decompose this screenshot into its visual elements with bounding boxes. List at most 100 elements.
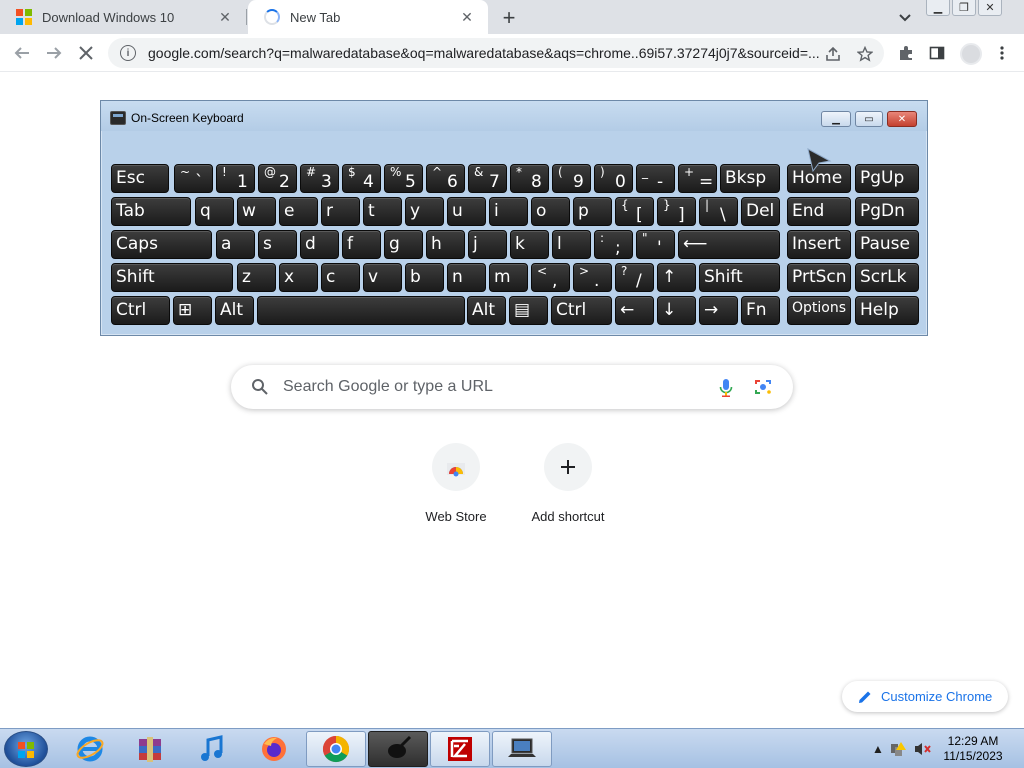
key-j[interactable]: j [468, 230, 507, 259]
back-arrow-icon[interactable] [7, 38, 37, 68]
key-[interactable]: ▤ [509, 296, 548, 325]
key-scrlk[interactable]: ScrLk [855, 263, 919, 292]
key-[interactable]: " ' [636, 230, 675, 259]
key-d[interactable]: d [300, 230, 339, 259]
key-ctrl[interactable]: Ctrl [111, 296, 170, 325]
key-h[interactable]: h [426, 230, 465, 259]
key-[interactable]: ? / [615, 263, 654, 292]
laptop-connect-icon[interactable] [492, 731, 552, 767]
key-i[interactable]: i [489, 197, 528, 226]
customize-chrome-button[interactable]: Customize Chrome [842, 681, 1008, 712]
key-m[interactable]: m [489, 263, 528, 292]
key-t[interactable]: t [363, 197, 402, 226]
key-v[interactable]: v [363, 263, 402, 292]
key-c[interactable]: c [321, 263, 360, 292]
google-search-box[interactable] [231, 365, 793, 409]
shortcut-add[interactable]: Add shortcut [512, 440, 624, 530]
key-options[interactable]: Options [787, 296, 851, 325]
restore-window-button[interactable]: ❐ [952, 0, 976, 16]
taskbar-clock[interactable]: 12:29 AM 11/15/2023 [938, 734, 1008, 764]
itunes-music-icon[interactable] [182, 731, 242, 767]
key-shift[interactable]: Shift [111, 263, 233, 292]
key-[interactable]: ↓ [657, 296, 696, 325]
key-x[interactable]: x [279, 263, 318, 292]
tab-search-chevron-icon[interactable] [894, 8, 916, 28]
key-pause[interactable]: Pause [855, 230, 919, 259]
key-[interactable]: ← [615, 296, 654, 325]
key-f[interactable]: f [342, 230, 381, 259]
key-[interactable]: + = [678, 164, 717, 193]
key-[interactable]: >. [573, 263, 612, 292]
key-[interactable]: | \ [699, 197, 738, 226]
osk-close-button[interactable]: ✕ [887, 111, 917, 127]
key-[interactable]: → [699, 296, 738, 325]
key-shift[interactable]: Shift [699, 263, 780, 292]
key-0[interactable]: ) 0 [594, 164, 633, 193]
profile-avatar[interactable] [960, 43, 982, 65]
key-bksp[interactable]: Bksp [720, 164, 780, 193]
key-[interactable]: :; [594, 230, 633, 259]
key-k[interactable]: k [510, 230, 549, 259]
key-q[interactable]: q [195, 197, 234, 226]
key-end[interactable]: End [787, 197, 851, 226]
key-8[interactable]: * 8 [510, 164, 549, 193]
network-warning-icon[interactable] [890, 742, 906, 759]
filezilla-icon[interactable] [430, 731, 490, 767]
key-del[interactable]: Del [741, 197, 780, 226]
key-esc[interactable]: Esc [111, 164, 169, 193]
key-7[interactable]: & 7 [468, 164, 507, 193]
key-tab[interactable]: Tab [111, 197, 191, 226]
key-9[interactable]: (9 [552, 164, 591, 193]
stop-loading-icon[interactable] [71, 38, 101, 68]
key-space[interactable] [257, 296, 465, 325]
key-insert[interactable]: Insert [787, 230, 851, 259]
key-g[interactable]: g [384, 230, 423, 259]
key-y[interactable]: y [405, 197, 444, 226]
close-tab-icon[interactable]: ✕ [458, 8, 476, 26]
address-bar[interactable]: i google.com/search?q=malwaredatabase&oq… [108, 38, 884, 68]
start-button[interactable] [4, 731, 48, 767]
key-[interactable]: {[ [615, 197, 654, 226]
kebab-menu-icon[interactable] [987, 38, 1017, 68]
key-5[interactable]: % 5 [384, 164, 423, 193]
key-o[interactable]: o [531, 197, 570, 226]
show-hidden-icons-arrow-icon[interactable]: ▲ [872, 742, 884, 756]
share-icon[interactable] [824, 45, 842, 63]
extensions-puzzle-icon[interactable] [891, 38, 921, 68]
key-a[interactable]: a [216, 230, 255, 259]
chrome-icon[interactable] [306, 731, 366, 767]
key-z[interactable]: z [237, 263, 276, 292]
key-help[interactable]: Help [855, 296, 919, 325]
key-r[interactable]: r [321, 197, 360, 226]
key-3[interactable]: #3 [300, 164, 339, 193]
key-n[interactable]: n [447, 263, 486, 292]
key-[interactable]: _ - [636, 164, 675, 193]
key-u[interactable]: u [447, 197, 486, 226]
key-prtscn[interactable]: PrtScn [787, 263, 851, 292]
key-[interactable]: ~ ` [174, 164, 213, 193]
close-window-button[interactable]: ✕ [978, 0, 1002, 16]
key-s[interactable]: s [258, 230, 297, 259]
voice-search-mic-icon[interactable] [719, 378, 733, 398]
search-input[interactable] [283, 365, 703, 409]
key-pgup[interactable]: PgUp [855, 164, 919, 193]
key-p[interactable]: p [573, 197, 612, 226]
key-alt[interactable]: Alt [467, 296, 506, 325]
site-info-icon[interactable]: i [120, 45, 136, 61]
speaker-muted-icon[interactable] [914, 742, 932, 759]
key-[interactable]: ⊞ [173, 296, 212, 325]
bookmark-star-icon[interactable] [856, 45, 874, 63]
key-fn[interactable]: Fn [741, 296, 780, 325]
google-lens-icon[interactable] [753, 378, 773, 396]
key-4[interactable]: $4 [342, 164, 381, 193]
osk-maximize-button[interactable]: ▭ [855, 111, 883, 127]
minimize-window-button[interactable]: ▁ [926, 0, 950, 16]
key-[interactable]: ↑ [657, 263, 696, 292]
key-[interactable]: }] [657, 197, 696, 226]
key-1[interactable]: ! 1 [216, 164, 255, 193]
side-panel-icon[interactable] [922, 38, 952, 68]
url-text[interactable]: google.com/search?q=malwaredatabase&oq=m… [148, 45, 820, 61]
new-tab-button[interactable]: + [496, 5, 522, 31]
key-2[interactable]: @2 [258, 164, 297, 193]
on-screen-keyboard-window[interactable]: On-Screen Keyboard ▁ ▭ ✕ Esc ~ `! 1 @2 #3 $4% 5… [100, 100, 928, 336]
